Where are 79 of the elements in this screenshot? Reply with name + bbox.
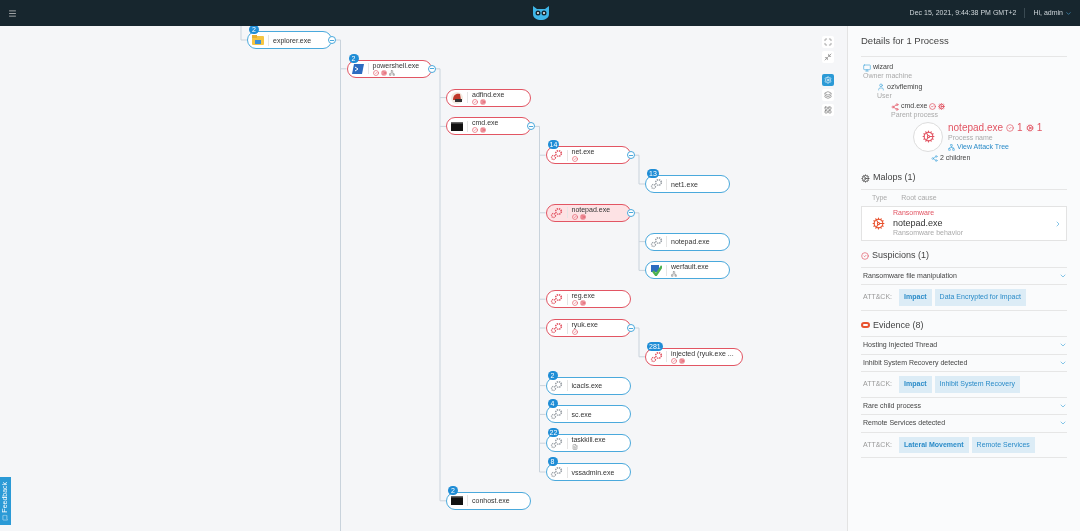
suspicion-icon: [372, 69, 379, 76]
cog-icon: [679, 357, 685, 364]
cog-icon: [938, 103, 946, 111]
minus-icon: [529, 125, 533, 127]
tree-connector: [240, 26, 248, 41]
collapse-toggle[interactable]: [427, 64, 436, 73]
tree-connector: [634, 154, 646, 185]
section-title: Suspicions (1): [872, 249, 930, 262]
minus-icon: [628, 154, 633, 156]
collapse-toggle[interactable]: [527, 122, 535, 131]
section-title: Malops (1): [873, 171, 916, 185]
cog-icon: [861, 173, 870, 183]
layers-button[interactable]: [822, 89, 834, 101]
gears-icon: [649, 350, 663, 363]
section-title: Evidence (8): [873, 318, 924, 332]
malop-root-cause: notepad.exe: [893, 218, 944, 230]
collapse-toggle[interactable]: [626, 151, 635, 160]
cog-icon: [380, 69, 387, 76]
user-icon: [877, 83, 885, 92]
fullscreen-button[interactable]: [822, 36, 834, 48]
suspicion-icon: [571, 156, 578, 163]
gears-icon: [550, 322, 563, 334]
cog-icon: [579, 300, 586, 307]
chevron-icon: [1054, 219, 1062, 228]
console-icon: [451, 496, 463, 506]
gears-icon: [913, 121, 943, 152]
malop-count: 1: [1036, 121, 1043, 135]
panel-title: Details for 1 Process: [861, 26, 1067, 58]
helmet-icon: [451, 91, 463, 104]
process-name-title: notepad.exe: [948, 121, 1004, 135]
collapse-toggle[interactable]: [626, 208, 635, 217]
suspicion-icon: [571, 300, 578, 307]
gears-icon: [649, 235, 663, 248]
minus-icon: [628, 327, 633, 329]
tree-connector: [634, 327, 646, 358]
menu-icon[interactable]: [8, 8, 17, 18]
suspicion-icon: [571, 329, 578, 335]
suspicion-icon: [929, 103, 937, 111]
gears-icon: [550, 379, 563, 392]
suspicion-icon: [571, 213, 578, 220]
minus-icon: [429, 68, 434, 70]
minus-icon: [628, 212, 633, 214]
gears-icon: [550, 293, 563, 306]
cog-icon: [480, 98, 486, 105]
gears-icon: [550, 149, 563, 162]
check-icon: [650, 264, 662, 277]
hierarchy-icon: [948, 143, 955, 151]
suspicion-icon: [861, 251, 869, 260]
network-icon: [671, 271, 677, 278]
suspicion-icon: [472, 127, 478, 134]
owl-logo: [532, 6, 550, 20]
message-icon: [2, 514, 9, 521]
collapse-toggle[interactable]: [328, 36, 336, 44]
terminal-icon: [351, 63, 364, 74]
cog-icon: [1025, 124, 1034, 132]
folder-icon: [252, 35, 264, 45]
suspicion-icon: [1006, 124, 1015, 132]
gears-icon: [649, 178, 663, 190]
suspicion-icon: [472, 98, 478, 105]
suspicion-count: 1: [1017, 121, 1023, 135]
gears-icon: [550, 206, 563, 219]
settings-button[interactable]: [822, 74, 834, 86]
gears-icon: [550, 408, 563, 421]
gears-icon: [550, 466, 563, 478]
network-icon: [388, 69, 395, 76]
console-icon: [451, 121, 463, 131]
suspicion-icon: [671, 357, 677, 364]
tree-connector: [634, 212, 646, 271]
gears-icon: [550, 437, 563, 450]
collapse-toggle[interactable]: [626, 324, 635, 332]
file-icon: [571, 444, 578, 451]
monitor-icon: [863, 63, 871, 72]
cog-icon: [480, 127, 486, 134]
grid-button[interactable]: [822, 104, 834, 116]
chevron-icon: [1065, 9, 1072, 17]
gears-icon: [872, 217, 885, 231]
cog-icon: [579, 213, 586, 220]
collapse-button[interactable]: [822, 51, 834, 63]
minus-icon: [330, 39, 334, 41]
